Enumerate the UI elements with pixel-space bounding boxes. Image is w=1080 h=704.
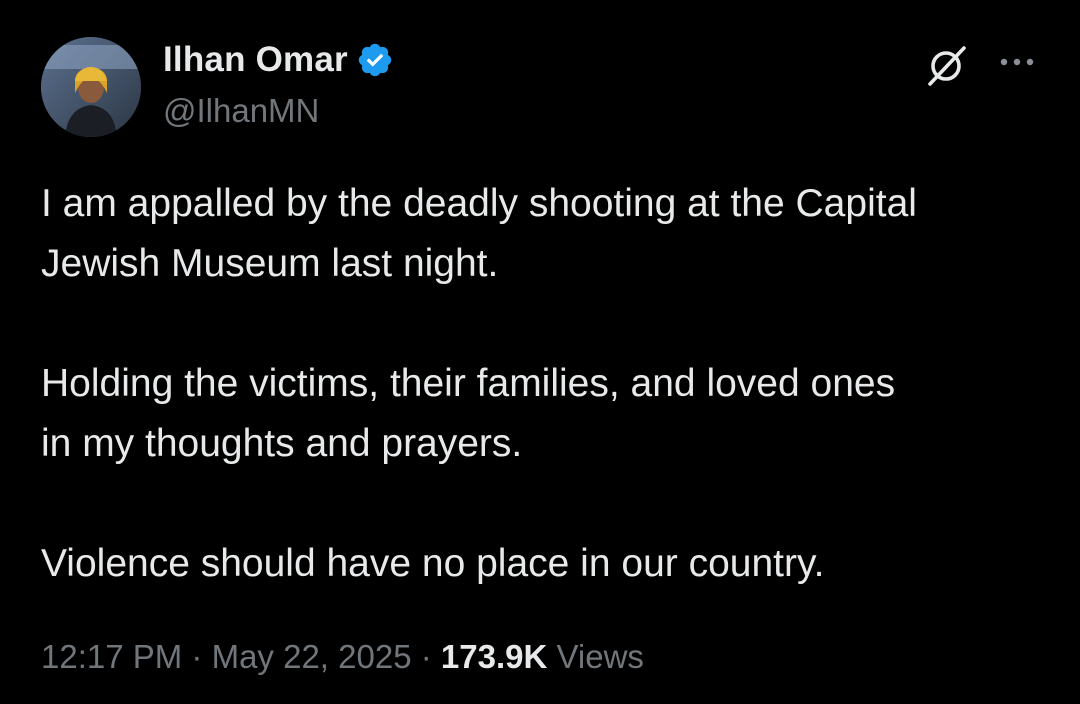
views-label: Views bbox=[556, 638, 644, 675]
author-name-row: Ilhan Omar bbox=[163, 40, 394, 80]
tweet-paragraph: Violence should have no place in our cou… bbox=[41, 542, 825, 585]
author-display-name[interactable]: Ilhan Omar bbox=[163, 40, 348, 80]
avatar[interactable] bbox=[41, 37, 141, 137]
meta-separator: · bbox=[191, 638, 203, 675]
tweet-paragraph: I am appalled by the deadly shooting at … bbox=[41, 182, 917, 285]
views-count[interactable]: 173.9K bbox=[441, 638, 547, 675]
meta-separator: · bbox=[420, 638, 432, 675]
tweet-card: Ilhan Omar @IlhanMN I am appalled by the… bbox=[0, 0, 1080, 704]
author-handle[interactable]: @IlhanMN bbox=[163, 92, 319, 130]
grok-icon[interactable] bbox=[922, 42, 974, 90]
tweet-meta: 12:17 PM · May 22, 2025 · 173.9K Views bbox=[41, 638, 644, 676]
profile-photo-icon bbox=[41, 37, 141, 137]
tweet-time[interactable]: 12:17 PM bbox=[41, 638, 182, 675]
tweet-paragraph: Holding the victims, their families, and… bbox=[41, 362, 896, 465]
tweet-text: I am appalled by the deadly shooting at … bbox=[41, 174, 1041, 594]
verified-badge-icon[interactable] bbox=[356, 41, 394, 79]
more-horizontal-icon[interactable] bbox=[996, 50, 1040, 74]
tweet-date[interactable]: May 22, 2025 bbox=[212, 638, 412, 675]
